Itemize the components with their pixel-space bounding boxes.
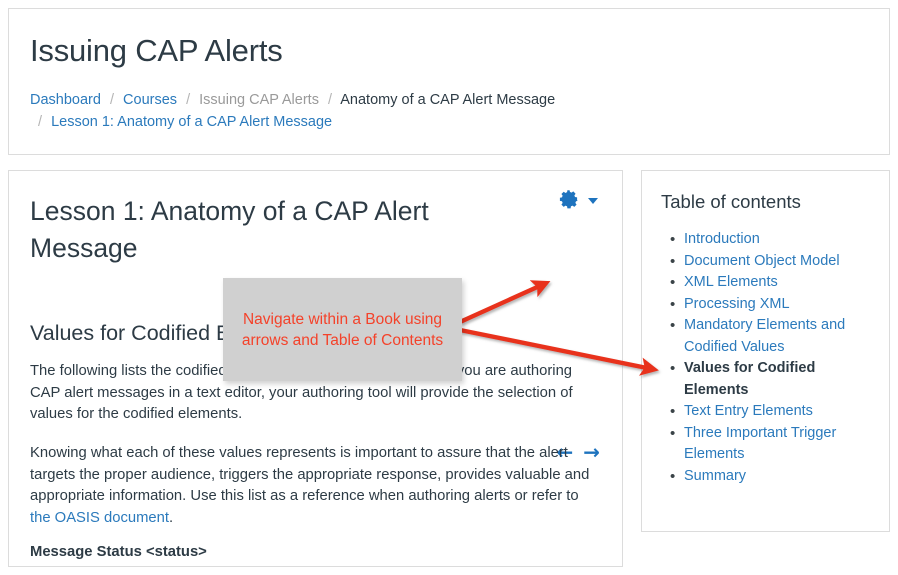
breadcrumb-item-lesson[interactable]: Lesson 1: Anatomy of a CAP Alert Message bbox=[51, 114, 332, 130]
breadcrumb-separator: / bbox=[186, 92, 191, 108]
list-item: Summary bbox=[670, 466, 874, 488]
table-of-contents-title: Table of contents bbox=[661, 191, 801, 212]
table-of-contents-card: Table of contents Introduction Document … bbox=[641, 170, 890, 532]
lesson-title: Lesson 1: Anatomy of a CAP Alert Message bbox=[30, 196, 429, 263]
toc-item-three-important-trigger-elements[interactable]: Three Important Trigger Elements bbox=[684, 425, 836, 463]
breadcrumb-item-module: Anatomy of a CAP Alert Message bbox=[340, 92, 556, 108]
toc-item-text-entry-elements[interactable]: Text Entry Elements bbox=[684, 403, 813, 419]
page-header-card: Issuing CAP Alerts Dashboard / Courses /… bbox=[8, 8, 890, 155]
list-item: Introduction bbox=[670, 229, 874, 251]
breadcrumb-separator: / bbox=[109, 92, 114, 108]
paragraph-reference: Knowing what each of these values repres… bbox=[30, 443, 603, 529]
paragraph-reference-text: Knowing what each of these values repres… bbox=[30, 445, 590, 504]
message-status-heading: Message Status <status> bbox=[30, 544, 207, 560]
toc-item-summary[interactable]: Summary bbox=[684, 468, 746, 484]
breadcrumb-separator: / bbox=[327, 92, 333, 108]
annotation-callout-text: Navigate within a Book using arrows and … bbox=[241, 310, 444, 349]
breadcrumb-item-dashboard[interactable]: Dashboard bbox=[30, 92, 101, 108]
table-of-contents-list: Introduction Document Object Model XML E… bbox=[662, 229, 874, 487]
breadcrumb-separator: / bbox=[38, 114, 43, 130]
toc-item-values-for-codified-elements: Values for Codified Elements bbox=[684, 360, 816, 398]
breadcrumb: Dashboard / Courses / Issuing CAP Alerts… bbox=[30, 89, 850, 133]
settings-menu-button[interactable] bbox=[559, 189, 598, 209]
gear-icon[interactable] bbox=[559, 189, 579, 209]
toc-item-xml-elements[interactable]: XML Elements bbox=[684, 274, 778, 290]
toc-item-introduction[interactable]: Introduction bbox=[684, 231, 760, 247]
page-title: Issuing CAP Alerts bbox=[30, 33, 283, 68]
chevron-down-icon[interactable] bbox=[588, 197, 598, 204]
oasis-document-link[interactable]: the OASIS document bbox=[30, 510, 169, 526]
list-item: XML Elements bbox=[670, 272, 874, 294]
annotation-callout: Navigate within a Book using arrows and … bbox=[223, 278, 462, 381]
toc-item-document-object-model[interactable]: Document Object Model bbox=[684, 253, 840, 269]
list-item: Text Entry Elements bbox=[670, 401, 874, 423]
paragraph-reference-period: . bbox=[169, 509, 174, 526]
page-root: Issuing CAP Alerts Dashboard / Courses /… bbox=[0, 0, 898, 575]
breadcrumb-item-courses[interactable]: Courses bbox=[123, 92, 177, 108]
breadcrumb-item-course: Issuing CAP Alerts bbox=[199, 92, 319, 108]
list-item: Values for Codified Elements bbox=[670, 358, 874, 401]
list-item: Three Important Trigger Elements bbox=[670, 423, 874, 466]
list-item: Document Object Model bbox=[670, 251, 874, 273]
toc-item-mandatory-elements[interactable]: Mandatory Elements and Codified Values bbox=[684, 317, 845, 355]
toc-item-processing-xml[interactable]: Processing XML bbox=[684, 296, 790, 312]
list-item: Mandatory Elements and Codified Values bbox=[670, 315, 874, 358]
list-item: Processing XML bbox=[670, 294, 874, 316]
